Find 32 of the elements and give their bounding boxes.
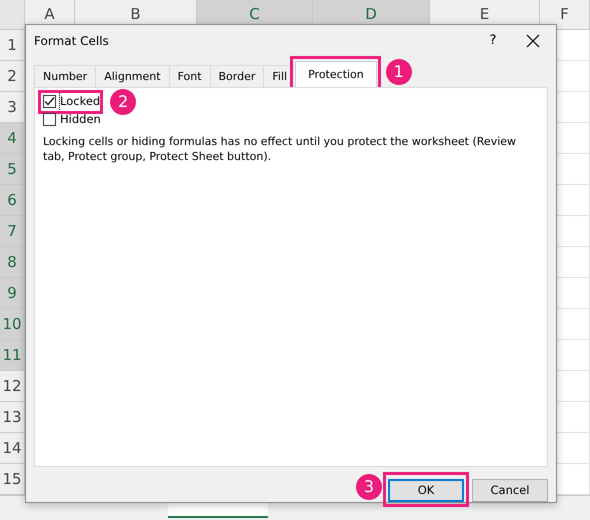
column-header[interactable]: F (540, 0, 590, 30)
protection-note: Locking cells or hiding formulas has no effect until you protect the worksheet (Review tab, Protect group, Protect Sheet button). (43, 134, 518, 164)
row-header[interactable]: 2 (0, 61, 25, 92)
highlight-frame (38, 90, 104, 114)
dialog-tab[interactable]: Number (34, 64, 96, 87)
row-header[interactable]: 3 (0, 92, 25, 123)
dialog-tab[interactable]: Protection (295, 60, 377, 87)
close-icon[interactable] (526, 34, 540, 48)
row-header[interactable]: 12 (0, 371, 25, 402)
row-header[interactable]: 5 (0, 154, 25, 185)
row-header[interactable]: 9 (0, 278, 25, 309)
row-header[interactable]: 10 (0, 309, 25, 340)
dialog-title: Format Cells (34, 32, 109, 50)
checkbox-label[interactable]: Hidden (60, 111, 101, 129)
row-header[interactable]: 7 (0, 216, 25, 247)
callout-marker: 1 (386, 58, 412, 85)
row-header[interactable]: 11 (0, 340, 25, 371)
dialog-button[interactable]: OK (388, 479, 464, 502)
checkbox[interactable] (43, 95, 56, 108)
row-header[interactable]: 8 (0, 247, 25, 278)
row-header[interactable]: 14 (0, 433, 25, 464)
row-header[interactable]: 1 (0, 30, 25, 61)
checkbox[interactable] (43, 113, 56, 126)
checkbox-label[interactable]: Locked (60, 93, 100, 111)
help-button[interactable]: ? (478, 31, 508, 51)
callout-marker: 3 (356, 474, 382, 500)
row-header[interactable]: 6 (0, 185, 25, 216)
row-header[interactable]: 13 (0, 402, 25, 433)
dialog-button[interactable]: Cancel (472, 479, 548, 502)
row-header[interactable]: 15 (0, 464, 25, 495)
row-header[interactable]: 4 (0, 123, 25, 154)
callout-marker: 2 (110, 88, 136, 115)
